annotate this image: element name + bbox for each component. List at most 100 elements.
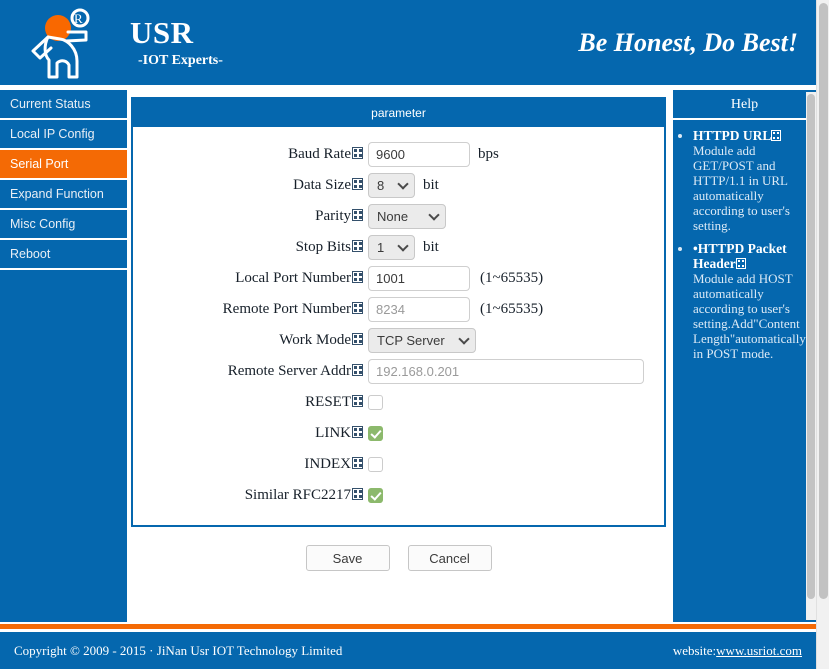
page-header: R USR -IOT Experts- Be Honest, Do Best! bbox=[0, 0, 816, 85]
data-size-unit: bit bbox=[423, 176, 439, 193]
similar-rfc2217-checkbox[interactable] bbox=[368, 487, 383, 503]
help-entry-line: in POST mode. bbox=[693, 346, 774, 361]
baud-rate-label: Baud Rate bbox=[133, 146, 368, 163]
data-size-label: Data Size bbox=[133, 177, 368, 194]
stop-bits-select[interactable]: 1 bbox=[368, 234, 415, 260]
help-entry-line: automatically bbox=[693, 188, 764, 203]
help-entry-heading: HTTPD URL bbox=[693, 128, 772, 143]
help-entry-line: Module add bbox=[693, 143, 756, 158]
svg-text:R: R bbox=[74, 11, 83, 26]
help-entry-httpd-packet-header: •HTTPD Packet Header Module add HOST aut… bbox=[693, 241, 812, 361]
missing-glyph-icon bbox=[352, 177, 363, 190]
sidebar-item-reboot[interactable]: Reboot bbox=[0, 240, 127, 270]
work-mode-select[interactable]: TCP Server bbox=[368, 327, 476, 353]
sidebar-item-label: Misc Config bbox=[10, 217, 76, 231]
help-entry-line: Module add HOST bbox=[693, 271, 793, 286]
usr-running-man-logo-icon: R bbox=[0, 0, 120, 85]
index-label: INDEX bbox=[133, 456, 368, 473]
remote-port-hint: (1~65535) bbox=[480, 300, 544, 317]
field-row-remote-server-addr: Remote Server Addr bbox=[133, 356, 664, 386]
website-label: website: bbox=[672, 642, 717, 658]
index-checkbox[interactable] bbox=[368, 456, 383, 472]
brand-block: USR -IOT Experts- bbox=[130, 15, 223, 70]
local-port-input[interactable] bbox=[368, 265, 470, 291]
field-row-remote-port: Remote Port Number (1~65535) bbox=[133, 294, 664, 324]
stop-bits-unit: bit bbox=[423, 238, 439, 255]
field-row-work-mode: Work Mode TCP Server bbox=[133, 325, 664, 355]
form-actions: Save Cancel bbox=[131, 545, 666, 571]
cancel-button[interactable]: Cancel bbox=[407, 545, 492, 571]
remote-port-input[interactable] bbox=[368, 296, 470, 322]
page-footer: Copyright © 2009 - 2015 · JiNan Usr IOT … bbox=[0, 632, 816, 669]
baud-rate-unit: bps bbox=[478, 145, 499, 162]
local-port-label: Local Port Number bbox=[133, 270, 368, 287]
panel-body: Baud Rate bps Data Size 8 bbox=[133, 127, 664, 525]
field-row-baud-rate: Baud Rate bps bbox=[133, 139, 664, 169]
help-entry-line: according to user's bbox=[693, 301, 790, 316]
baud-rate-input[interactable] bbox=[368, 141, 470, 167]
missing-glyph-icon bbox=[352, 332, 363, 345]
remote-server-addr-input[interactable] bbox=[368, 358, 644, 384]
sidebar-item-serial-port[interactable]: Serial Port bbox=[0, 150, 127, 180]
local-port-hint: (1~65535) bbox=[480, 269, 544, 286]
similar-rfc2217-label: Similar RFC2217 bbox=[133, 487, 368, 504]
sidebar-item-misc-config[interactable]: Misc Config bbox=[0, 210, 127, 240]
reset-checkbox[interactable] bbox=[368, 394, 383, 410]
missing-glyph-icon bbox=[735, 258, 746, 269]
website-block: website:www.usriot.com bbox=[673, 643, 802, 659]
help-body: HTTPD URL Module add GET/POST and HTTP/1… bbox=[673, 120, 816, 622]
sidebar-item-label: Serial Port bbox=[10, 157, 69, 171]
field-row-data-size: Data Size 8 bit bbox=[133, 170, 664, 200]
help-entry-line: GET/POST and bbox=[693, 158, 776, 173]
help-entry-line: Length"automatically bbox=[693, 331, 806, 346]
help-title: Help bbox=[673, 90, 816, 120]
sidebar-item-local-ip-config[interactable]: Local IP Config bbox=[0, 120, 127, 150]
help-entry-line: automatically bbox=[693, 286, 764, 301]
help-entry-httpd-url: HTTPD URL Module add GET/POST and HTTP/1… bbox=[693, 128, 812, 233]
field-row-parity: Parity None bbox=[133, 201, 664, 231]
missing-glyph-icon bbox=[352, 146, 363, 159]
reset-label: RESET bbox=[133, 394, 368, 411]
missing-glyph-icon bbox=[352, 301, 363, 314]
footer-divider bbox=[0, 624, 816, 629]
missing-glyph-icon bbox=[352, 394, 363, 407]
sidebar-item-current-status[interactable]: Current Status bbox=[0, 90, 127, 120]
panel-title: parameter bbox=[133, 99, 664, 127]
help-scrollbar-thumb[interactable] bbox=[807, 94, 815, 599]
work-mode-select-wrap: TCP Server bbox=[368, 327, 476, 353]
brand-tagline: -IOT Experts- bbox=[138, 52, 223, 68]
field-row-index: INDEX bbox=[133, 449, 664, 479]
sidebar-item-label: Current Status bbox=[10, 97, 91, 111]
help-entry-line: setting.Add"Content bbox=[693, 316, 800, 331]
missing-glyph-icon bbox=[352, 363, 363, 376]
page-scrollbar[interactable] bbox=[816, 0, 829, 669]
missing-glyph-icon bbox=[352, 487, 363, 500]
help-list: HTTPD URL Module add GET/POST and HTTP/1… bbox=[679, 128, 812, 361]
parameter-panel: parameter Baud Rate bps Data Size 8 bbox=[131, 97, 666, 527]
sidebar-item-label: Expand Function bbox=[10, 187, 104, 201]
stop-bits-label: Stop Bits bbox=[133, 239, 368, 256]
page-root: R USR -IOT Experts- Be Honest, Do Best! … bbox=[0, 0, 829, 669]
main-content: parameter Baud Rate bps Data Size 8 bbox=[131, 97, 666, 571]
help-entry-line: HTTP/1.1 in URL bbox=[693, 173, 788, 188]
missing-glyph-icon bbox=[771, 130, 782, 141]
website-link[interactable]: www.usriot.com bbox=[716, 643, 802, 658]
work-mode-label: Work Mode bbox=[133, 332, 368, 349]
field-row-link: LINK bbox=[133, 418, 664, 448]
field-row-similar-rfc2217: Similar RFC2217 bbox=[133, 480, 664, 510]
missing-glyph-icon bbox=[352, 425, 363, 438]
help-scrollbar[interactable] bbox=[806, 92, 816, 620]
page-scrollbar-thumb[interactable] bbox=[819, 3, 828, 599]
sidebar-item-label: Local IP Config bbox=[10, 127, 95, 141]
field-row-local-port: Local Port Number (1~65535) bbox=[133, 263, 664, 293]
data-size-select[interactable]: 8 bbox=[368, 172, 415, 198]
remote-port-label: Remote Port Number bbox=[133, 301, 368, 318]
link-checkbox[interactable] bbox=[368, 425, 383, 441]
copyright-text: Copyright © 2009 - 2015 · JiNan Usr IOT … bbox=[14, 642, 343, 658]
sidebar-item-expand-function[interactable]: Expand Function bbox=[0, 180, 127, 210]
data-size-select-wrap: 8 bbox=[368, 172, 415, 198]
parity-select[interactable]: None bbox=[368, 203, 446, 229]
save-button[interactable]: Save bbox=[305, 545, 390, 571]
missing-glyph-icon bbox=[352, 208, 363, 221]
help-entry-line: setting. bbox=[693, 218, 731, 233]
